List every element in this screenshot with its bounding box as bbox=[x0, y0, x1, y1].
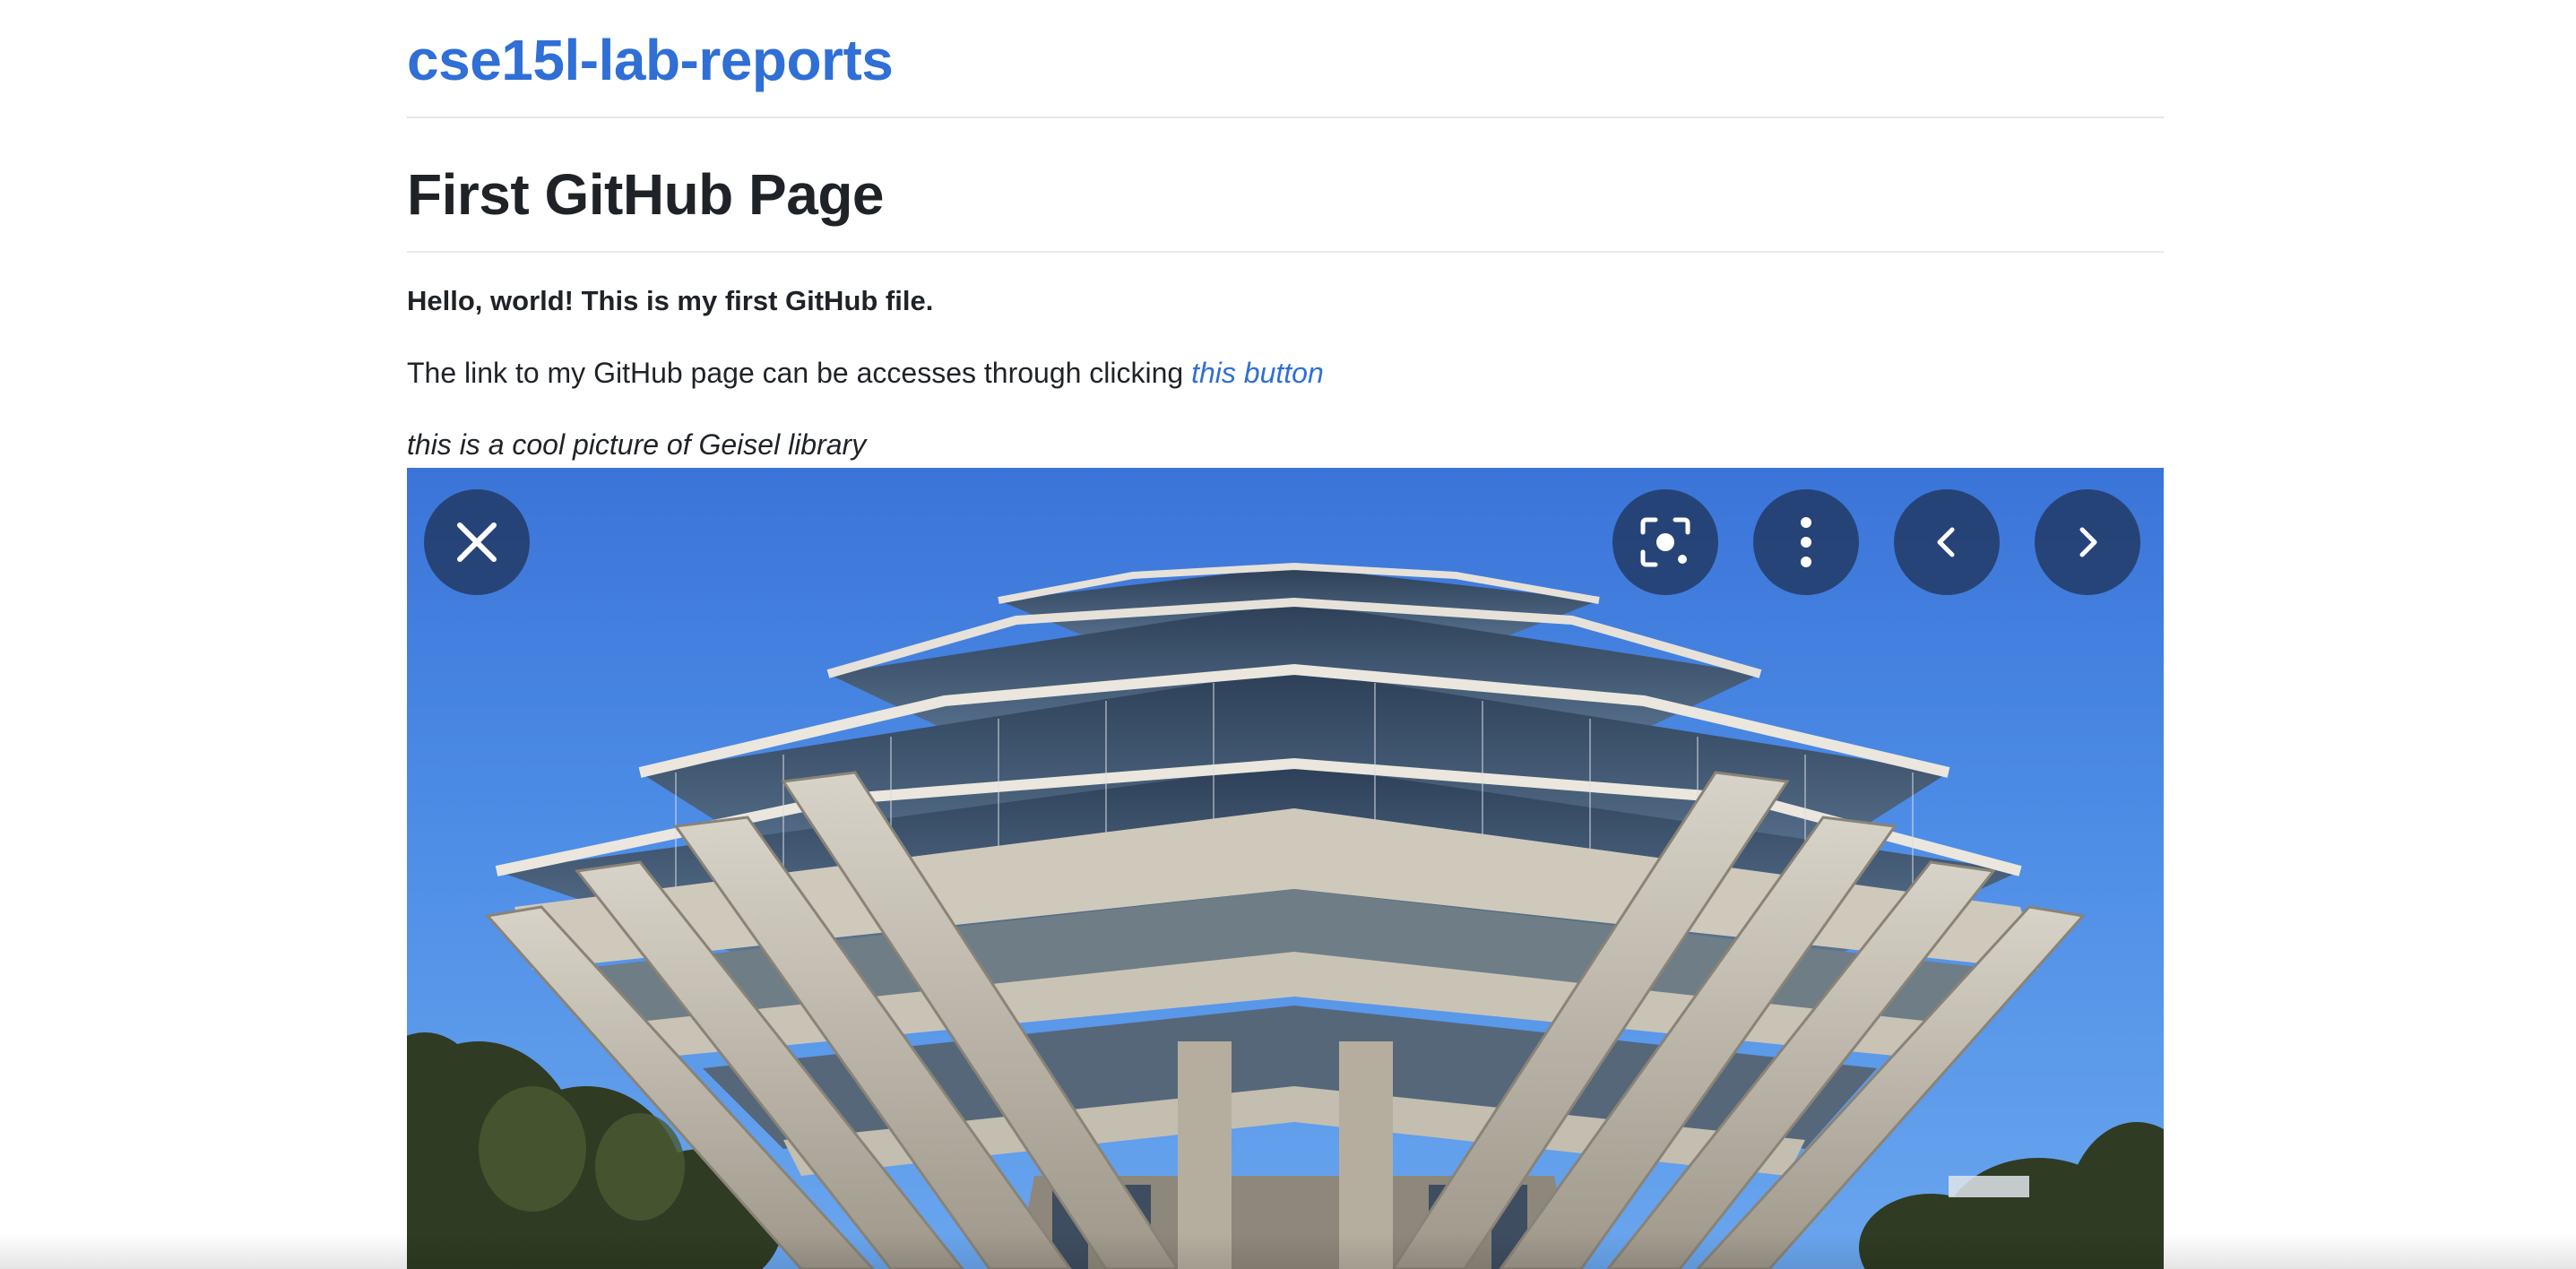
chevron-right-icon bbox=[2079, 527, 2097, 557]
site-title-link[interactable]: cse15l-lab-reports bbox=[407, 27, 894, 93]
geisel-building-illustration bbox=[407, 562, 2164, 1269]
image-caption: this is a cool picture of Geisel library bbox=[407, 428, 867, 461]
close-button[interactable] bbox=[424, 489, 530, 595]
close-icon bbox=[457, 522, 497, 562]
previous-image-button[interactable] bbox=[1894, 489, 2000, 595]
heading-divider bbox=[407, 251, 2164, 253]
lens-icon bbox=[1640, 517, 1690, 567]
geisel-library-photo bbox=[407, 468, 2164, 1269]
page-title: First GitHub Page bbox=[407, 162, 885, 227]
hello-text: Hello, world! This is my first GitHub fi… bbox=[407, 285, 934, 316]
link-sentence: The link to my GitHub page can be access… bbox=[407, 357, 1184, 389]
next-image-button[interactable] bbox=[2035, 489, 2140, 595]
lens-button[interactable] bbox=[1612, 489, 1718, 595]
github-page-link[interactable]: this button bbox=[1191, 357, 1324, 389]
chevron-left-icon bbox=[1937, 527, 1955, 557]
more-vertical-icon bbox=[1801, 517, 1811, 567]
more-options-button[interactable] bbox=[1753, 489, 1859, 595]
header-divider bbox=[407, 117, 2164, 118]
link-paragraph: The link to my GitHub page can be access… bbox=[407, 357, 1324, 390]
